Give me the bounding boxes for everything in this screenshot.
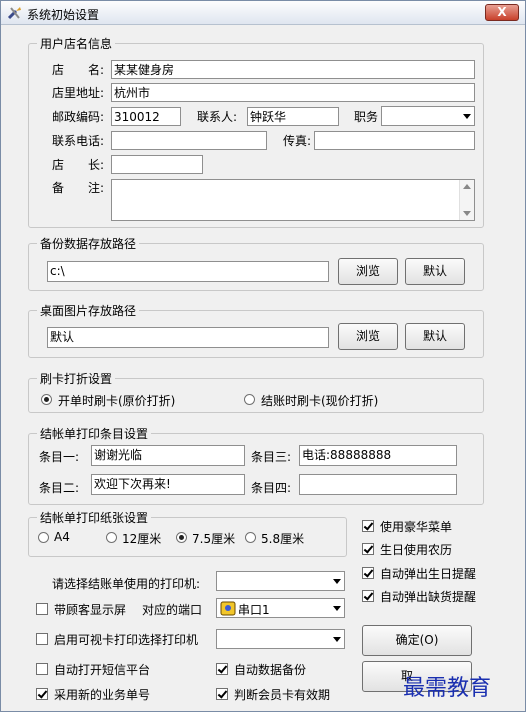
note-scrollbar[interactable] (459, 180, 474, 220)
paper-12cm-radio[interactable] (106, 532, 117, 543)
check-member-card-label: 判断会员卡有效期 (234, 688, 331, 702)
receipt-item2-input[interactable]: 欢迎下次再来! (91, 474, 245, 495)
serial-port-icon (220, 601, 236, 616)
fax-input[interactable] (314, 131, 475, 150)
stock-popup-checkbox[interactable] (362, 590, 374, 602)
contact-input[interactable]: 钟跃华 (247, 107, 339, 126)
customer-display-checkbox[interactable] (36, 603, 48, 615)
lunar-birthday-checkbox[interactable] (362, 543, 374, 555)
card-open-label: 开单时刷卡(原价打折) (58, 394, 176, 408)
receipt-item2-label: 条目二: (39, 481, 80, 495)
paper-58cm-radio[interactable] (245, 532, 256, 543)
auto-backup-checkbox[interactable] (216, 663, 228, 675)
settings-window: 系统初始设置 X 用户店名信息 店 名: 某某健身房 店里地址: 杭州市 邮政编… (0, 0, 526, 712)
note-textarea[interactable] (111, 179, 475, 221)
customer-display-label: 带顾客显示屏 (54, 603, 127, 617)
scroll-up-icon (463, 184, 471, 189)
card-discount-title: 刷卡打折设置 (37, 370, 116, 387)
sms-platform-checkbox[interactable] (36, 663, 48, 675)
birthday-popup-checkbox[interactable] (362, 567, 374, 579)
luxury-menu-label: 使用豪华菜单 (380, 520, 453, 534)
desktop-browse-button[interactable]: 浏览 (338, 323, 398, 350)
new-order-no-label: 采用新的业务单号 (54, 688, 151, 702)
chevron-down-icon (333, 637, 341, 642)
desktop-path-title: 桌面图片存放路径 (37, 302, 140, 319)
backup-default-button[interactable]: 默认 (405, 258, 465, 285)
card-checkout-radio[interactable] (244, 394, 255, 405)
chevron-down-icon (333, 606, 341, 611)
receipt-item1-label: 条目一: (39, 450, 80, 464)
note-label: 备 注: (52, 181, 105, 195)
fax-label: 传真: (283, 134, 312, 148)
phone-label: 联系电话: (52, 134, 105, 148)
store-name-input[interactable]: 某某健身房 (111, 60, 475, 79)
visual-printer-select[interactable] (216, 629, 345, 649)
birthday-popup-label: 自动弹出生日提醒 (380, 567, 477, 581)
scroll-down-icon (463, 211, 471, 216)
new-order-no-checkbox[interactable] (36, 688, 48, 700)
backup-path-input[interactable]: c:\ (47, 261, 329, 282)
paper-a4-radio[interactable] (38, 532, 49, 543)
paper-12cm-label: 12厘米 (122, 532, 162, 546)
receipt-item3-label: 条目三: (251, 450, 292, 464)
stock-popup-label: 自动弹出缺货提醒 (380, 590, 477, 604)
paper-a4-label: A4 (54, 530, 70, 544)
close-button[interactable]: X (485, 4, 519, 21)
chevron-down-icon (463, 114, 471, 119)
port-select[interactable]: 串口1 (216, 598, 345, 618)
manager-label: 店 长: (52, 158, 105, 172)
printer-select[interactable] (216, 571, 345, 591)
desktop-default-button[interactable]: 默认 (405, 323, 465, 350)
store-info-title: 用户店名信息 (37, 35, 116, 52)
window-title: 系统初始设置 (27, 8, 100, 22)
card-open-radio[interactable] (41, 394, 52, 405)
sms-platform-label: 自动打开短信平台 (54, 663, 151, 677)
postcode-input[interactable]: 310012 (111, 107, 181, 126)
auto-backup-label: 自动数据备份 (234, 663, 307, 677)
store-address-label: 店里地址: (52, 86, 105, 100)
watermark-text: 最需教育 (403, 676, 492, 701)
printer-label: 请选择结账单使用的打印机: (52, 577, 201, 591)
paper-58cm-label: 5.8厘米 (261, 532, 305, 546)
receipt-item1-input[interactable]: 谢谢光临 (91, 445, 245, 466)
luxury-menu-checkbox[interactable] (362, 520, 374, 532)
receipt-items-title: 结帐单打印条目设置 (37, 425, 152, 442)
check-member-card-checkbox[interactable] (216, 688, 228, 700)
contact-label: 联系人: (197, 110, 238, 124)
paper-75cm-label: 7.5厘米 (192, 532, 236, 546)
manager-input[interactable] (111, 155, 203, 174)
lunar-birthday-label: 生日使用农历 (380, 543, 453, 557)
receipt-item4-input[interactable] (299, 474, 457, 495)
port-label: 对应的端口 (142, 603, 203, 617)
visual-print-label: 启用可视卡打印选择打印机 (54, 633, 199, 647)
position-select[interactable] (381, 106, 475, 126)
tools-icon (7, 7, 21, 20)
receipt-item4-label: 条目四: (251, 481, 292, 495)
receipt-item3-input[interactable]: 电话:88888888 (299, 445, 457, 466)
phone-input[interactable] (111, 131, 267, 150)
postcode-label: 邮政编码: (52, 110, 105, 124)
chevron-down-icon (333, 579, 341, 584)
visual-print-checkbox[interactable] (36, 633, 48, 645)
paper-75cm-radio[interactable] (176, 532, 187, 543)
desktop-path-input[interactable]: 默认 (47, 327, 329, 348)
backup-path-title: 备份数据存放路径 (37, 235, 140, 252)
paper-size-title: 结帐单打印纸张设置 (37, 509, 152, 526)
store-address-input[interactable]: 杭州市 (111, 83, 475, 102)
store-name-label: 店 名: (52, 63, 105, 77)
backup-browse-button[interactable]: 浏览 (338, 258, 398, 285)
title-bar: 系统初始设置 X (1, 1, 525, 25)
ok-button[interactable]: 确定(O) (362, 625, 472, 656)
position-label: 职务 (354, 110, 379, 124)
card-checkout-label: 结账时刷卡(现价打折) (261, 394, 379, 408)
